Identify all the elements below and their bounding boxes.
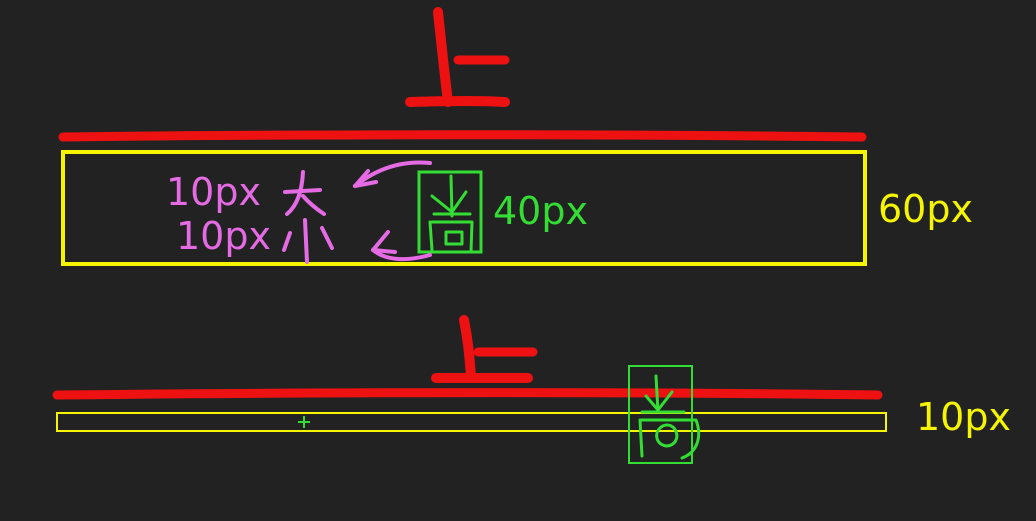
top-element-glyph [428, 174, 474, 254]
bottom-height-label: 10px [916, 395, 1011, 439]
top-up-character [405, 7, 510, 107]
pink-size-characters [282, 170, 334, 264]
top-height-label: 60px [878, 187, 973, 231]
bottom-element-box [628, 365, 693, 464]
element-height-label: 40px [493, 189, 588, 233]
lower-half-label: 10px [176, 214, 271, 258]
upper-half-label: 10px [166, 170, 261, 214]
bottom-red-line [52, 388, 883, 400]
diagram-canvas [52, 7, 887, 464]
bottom-up-character [431, 315, 538, 384]
bottom-container-box [56, 412, 887, 432]
bottom-element-glyph [638, 374, 701, 460]
top-red-line [58, 130, 867, 142]
center-cross-icon [298, 416, 310, 428]
